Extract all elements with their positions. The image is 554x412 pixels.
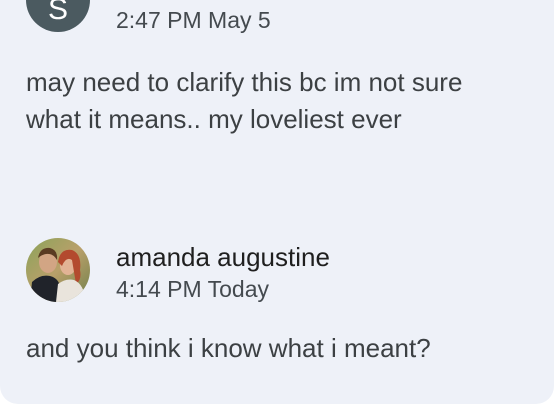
message-timestamp: 2:47 PM May 5 xyxy=(116,7,271,33)
message-thread-card: S 2:47 PM May 5 may need to clarify this… xyxy=(0,0,554,404)
sender-name: amanda augustine xyxy=(116,242,330,272)
message-timestamp: 4:14 PM Today xyxy=(116,276,270,302)
message-body: and you think i know what i meant? xyxy=(26,333,431,363)
sender-avatar-letter[interactable]: S xyxy=(26,0,90,32)
avatar-photo-image xyxy=(26,238,90,302)
sender-avatar-photo[interactable] xyxy=(26,238,90,302)
message-body: may need to clarify this bc im not sure … xyxy=(26,67,463,134)
avatar-initial: S xyxy=(47,0,68,26)
